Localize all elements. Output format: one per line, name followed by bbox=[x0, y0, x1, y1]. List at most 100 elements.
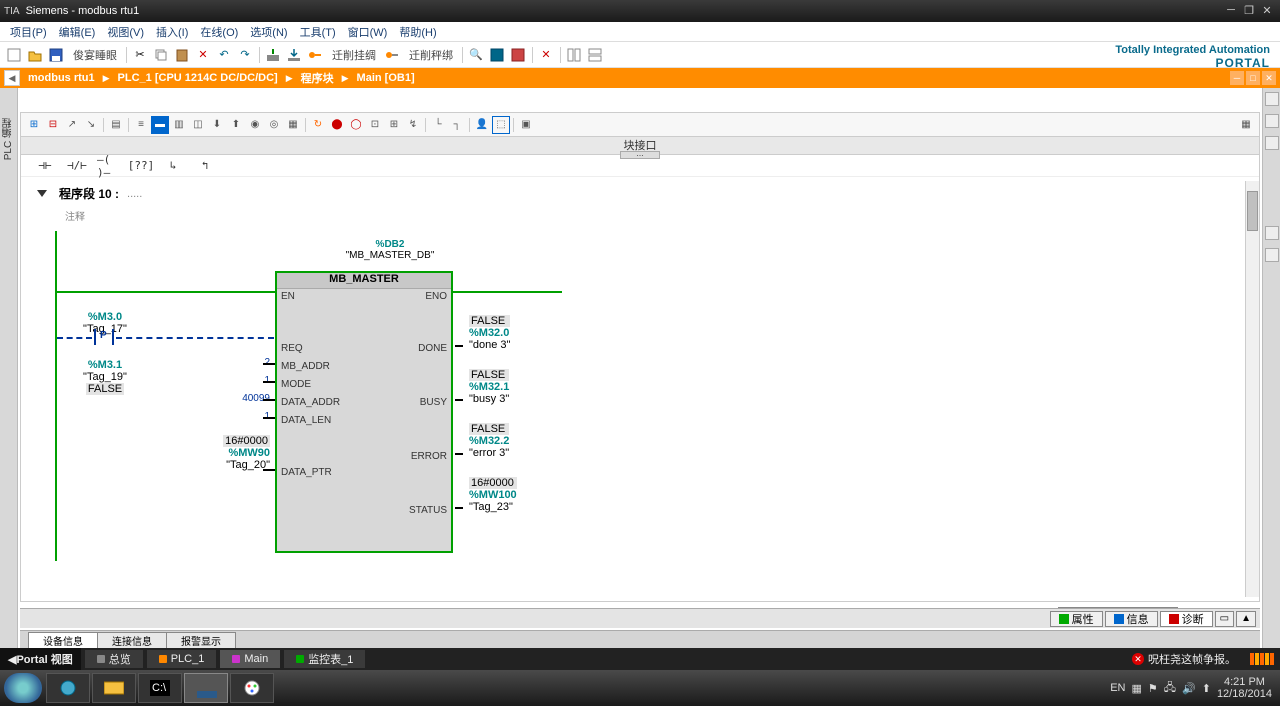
tray-icon[interactable]: ▦ bbox=[1131, 682, 1141, 695]
et-icon[interactable]: ⊡ bbox=[366, 116, 384, 134]
editor-minimize-icon[interactable]: ─ bbox=[1230, 71, 1244, 85]
cut-icon[interactable]: ✂ bbox=[130, 45, 150, 65]
lad-branch-close-icon[interactable]: ↰ bbox=[193, 157, 217, 175]
start-button[interactable] bbox=[4, 673, 42, 703]
maximize-icon[interactable]: ❐ bbox=[1240, 4, 1258, 18]
lad-branch-open-icon[interactable]: ↳ bbox=[161, 157, 185, 175]
tray-clock[interactable]: 4:21 PM 12/18/2014 bbox=[1217, 676, 1272, 700]
split-h-icon[interactable] bbox=[564, 45, 584, 65]
input-value[interactable]: 1 bbox=[215, 411, 270, 422]
taskbar-app-explorer[interactable] bbox=[92, 673, 136, 703]
collapse-triangle-icon[interactable] bbox=[37, 190, 47, 197]
menu-options[interactable]: 选项(N) bbox=[244, 22, 293, 42]
footer-tab-watch[interactable]: 监控表_1 bbox=[284, 650, 365, 668]
breadcrumb-item[interactable]: modbus rtu1 bbox=[24, 72, 99, 84]
taskbar-app-ie[interactable] bbox=[46, 673, 90, 703]
portal-view-button[interactable]: ◀ Portal 视图 bbox=[0, 648, 81, 670]
close-icon[interactable]: ✕ bbox=[1258, 4, 1276, 18]
network-header[interactable]: 程序段 10 : ..... bbox=[25, 181, 1243, 206]
insert-network-icon[interactable]: ⊞ bbox=[25, 116, 43, 134]
et-icon[interactable]: └ bbox=[429, 116, 447, 134]
menu-edit[interactable]: 编辑(E) bbox=[53, 22, 102, 42]
et-icon[interactable]: ┐ bbox=[448, 116, 466, 134]
footer-tab-main[interactable]: Main bbox=[220, 650, 280, 668]
split-v-icon[interactable] bbox=[585, 45, 605, 65]
et-icon[interactable]: ⊞ bbox=[385, 116, 403, 134]
redo-icon[interactable]: ↷ bbox=[235, 45, 255, 65]
call-structure-icon[interactable] bbox=[508, 45, 528, 65]
et-icon[interactable]: ⬆ bbox=[227, 116, 245, 134]
breadcrumb-item[interactable]: 程序块 bbox=[297, 70, 338, 86]
open-project-icon[interactable] bbox=[25, 45, 45, 65]
paste-icon[interactable] bbox=[172, 45, 192, 65]
function-block[interactable]: MB_MASTER EN REQ MB_ADDR MODE DATA_ADDR … bbox=[275, 271, 453, 553]
nav-back-icon[interactable]: ◀ bbox=[4, 70, 20, 86]
et-icon[interactable]: ▥ bbox=[170, 116, 188, 134]
block-interface-header[interactable]: 块接口 ⋯ bbox=[21, 137, 1259, 155]
taskbar-app-cmd[interactable]: C:\ bbox=[138, 673, 182, 703]
footer-error[interactable]: ✕呪枉尧这帧争报。 bbox=[1132, 651, 1244, 667]
lad-no-contact-icon[interactable]: ⊣⊢ bbox=[33, 157, 57, 175]
menu-window[interactable]: 窗口(W) bbox=[342, 22, 394, 42]
download-icon[interactable] bbox=[284, 45, 304, 65]
tray-icon[interactable]: ⬆ bbox=[1202, 682, 1211, 695]
et-icon[interactable]: ↯ bbox=[404, 116, 422, 134]
monitoring-off-icon[interactable]: ◯ bbox=[347, 116, 365, 134]
et-icon[interactable]: ↻ bbox=[309, 116, 327, 134]
tab-properties[interactable]: 属性 bbox=[1050, 611, 1103, 627]
delete-network-icon[interactable]: ⊟ bbox=[44, 116, 62, 134]
footer-tab-plc[interactable]: PLC_1 bbox=[147, 650, 217, 668]
menu-tools[interactable]: 工具(T) bbox=[294, 22, 342, 42]
tab-diagnostics[interactable]: 诊断 bbox=[1160, 611, 1213, 627]
input-value[interactable]: 40099 bbox=[205, 393, 270, 404]
footer-tab-overview[interactable]: 总览 bbox=[85, 650, 143, 668]
et-icon[interactable]: ◎ bbox=[265, 116, 283, 134]
cross-ref-icon[interactable] bbox=[487, 45, 507, 65]
et-icon[interactable]: ◉ bbox=[246, 116, 264, 134]
et-settings-icon[interactable]: ▦ bbox=[1237, 116, 1255, 134]
copy-icon[interactable] bbox=[151, 45, 171, 65]
output-operand[interactable]: FALSE %M32.2 "error 3" bbox=[469, 423, 509, 459]
output-operand[interactable]: FALSE %M32.1 "busy 3" bbox=[469, 369, 509, 405]
save-project-icon[interactable] bbox=[46, 45, 66, 65]
taskbar-app-tia[interactable]: TIA bbox=[184, 673, 228, 703]
flyout-tasks-icon[interactable] bbox=[1265, 136, 1279, 150]
tab-device-info[interactable]: 设备信息 bbox=[28, 632, 98, 648]
vertical-scrollbar[interactable] bbox=[1245, 181, 1259, 597]
input-value[interactable]: 1 bbox=[215, 375, 270, 386]
flyout-testing-icon[interactable] bbox=[1265, 114, 1279, 128]
inspector-expand-icon[interactable]: ▲ bbox=[1236, 611, 1256, 627]
tray-lang[interactable]: EN bbox=[1110, 682, 1125, 694]
et-icon[interactable]: ▬ bbox=[151, 116, 169, 134]
lad-box-icon[interactable]: [??] bbox=[129, 157, 153, 175]
et-icon[interactable]: ↗ bbox=[63, 116, 81, 134]
inspector-collapse-icon[interactable]: ▭ bbox=[1215, 611, 1234, 627]
menu-insert[interactable]: 插入(I) bbox=[150, 22, 194, 42]
breadcrumb-item[interactable]: Main [OB1] bbox=[353, 72, 419, 84]
compile-icon[interactable] bbox=[263, 45, 283, 65]
lad-nc-contact-icon[interactable]: ⊣/⊢ bbox=[65, 157, 89, 175]
left-flyout[interactable]: PLC 编程 bbox=[0, 88, 18, 648]
et-icon[interactable]: ↘ bbox=[82, 116, 100, 134]
search-icon[interactable]: 🔍 bbox=[466, 45, 486, 65]
output-operand[interactable]: FALSE %M32.0 "done 3" bbox=[469, 315, 510, 351]
et-icon[interactable]: ◫ bbox=[189, 116, 207, 134]
go-online-icon[interactable] bbox=[305, 45, 325, 65]
ladder-canvas[interactable]: 程序段 10 : ..... 注释 %DB2 "MB_MASTER_DB" MB… bbox=[25, 181, 1243, 597]
positive-edge-contact[interactable]: P bbox=[92, 329, 116, 345]
input-operand[interactable]: %M3.1 "Tag_19" FALSE bbox=[75, 359, 135, 395]
delete-icon[interactable]: ✕ bbox=[193, 45, 213, 65]
menu-view[interactable]: 视图(V) bbox=[101, 22, 150, 42]
input-operand[interactable]: 16#0000 %MW90 "Tag_20" bbox=[185, 435, 270, 471]
tab-info[interactable]: 信息 bbox=[1105, 611, 1158, 627]
menu-help[interactable]: 帮助(H) bbox=[393, 22, 442, 42]
go-offline-icon[interactable] bbox=[382, 45, 402, 65]
tab-connection-info[interactable]: 连接信息 bbox=[97, 632, 167, 648]
input-value[interactable]: 2 bbox=[215, 357, 270, 368]
et-icon[interactable]: ▣ bbox=[517, 116, 535, 134]
output-operand[interactable]: 16#0000 %MW100 "Tag_23" bbox=[469, 477, 517, 513]
monitoring-on-icon[interactable]: ⬤ bbox=[328, 116, 346, 134]
et-icon[interactable]: 👤 bbox=[473, 116, 491, 134]
menu-project[interactable]: 项目(P) bbox=[4, 22, 53, 42]
instance-db-label[interactable]: %DB2 "MB_MASTER_DB" bbox=[315, 239, 465, 261]
